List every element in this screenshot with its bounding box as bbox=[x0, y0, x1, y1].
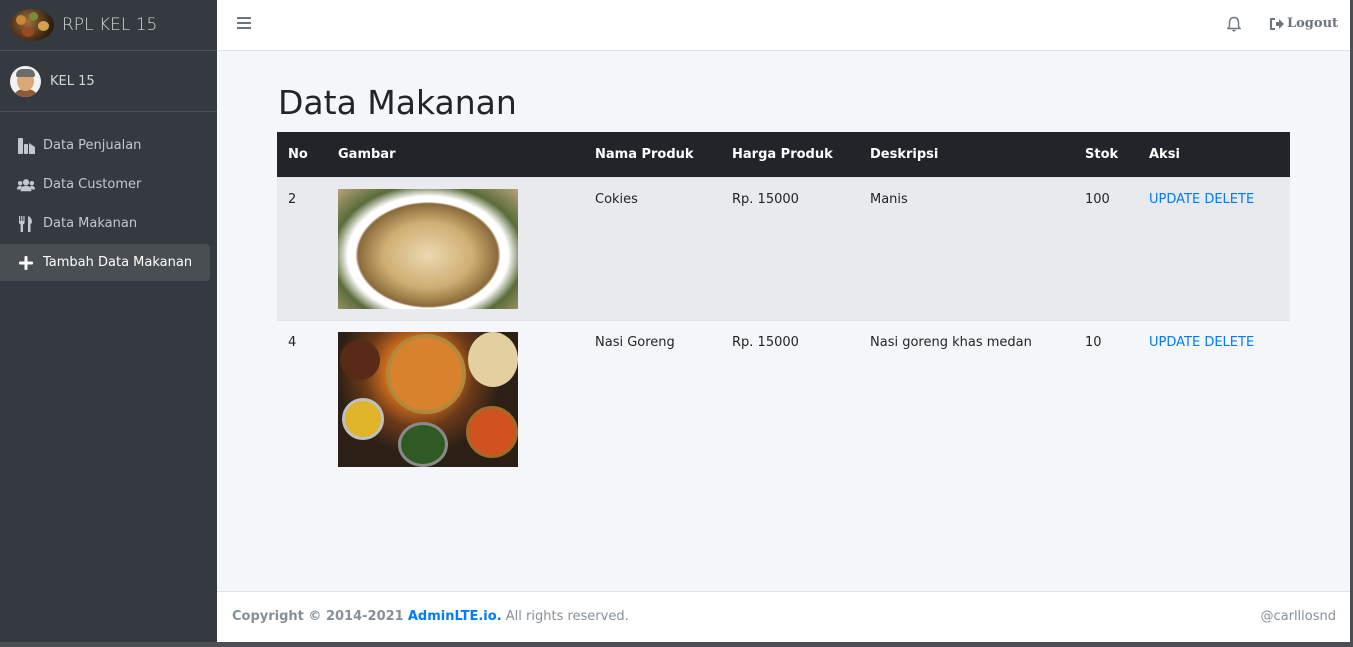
adminlte-link[interactable]: AdminLTE.io. bbox=[408, 609, 502, 624]
page-title: Data Makanan bbox=[278, 83, 517, 122]
content-wrapper: Data Makanan No Gambar Nama Produk Harga… bbox=[217, 51, 1350, 591]
column-header: Deskripsi bbox=[859, 132, 1074, 177]
sidebar: RPL KEL 15 KEL 15 Data Penjualan Data Cu… bbox=[0, 0, 217, 642]
cell-image bbox=[327, 319, 584, 475]
food-table: No Gambar Nama Produk Harga Produk Deskr… bbox=[277, 132, 1290, 475]
cell-deskripsi: Nasi goreng khas medan bbox=[859, 319, 1074, 475]
delete-link[interactable]: DELETE bbox=[1204, 335, 1254, 350]
hamburger-icon[interactable] bbox=[237, 17, 251, 31]
cell-aksi: UPDATE DELETE bbox=[1138, 176, 1290, 320]
column-header: Gambar bbox=[327, 132, 584, 177]
indian-dishes-image bbox=[338, 331, 518, 467]
cell-deskripsi: Manis bbox=[859, 176, 1074, 320]
window-bottom-edge bbox=[0, 642, 1353, 647]
copyright-text: Copyright © 2014-2021 bbox=[232, 609, 404, 624]
footer-copyright: Copyright © 2014-2021 AdminLTE.io. All r… bbox=[232, 609, 629, 624]
column-header: Aksi bbox=[1138, 132, 1290, 177]
column-header: Stok bbox=[1074, 132, 1138, 177]
cell-harga: Rp. 15000 bbox=[721, 176, 859, 320]
sidebar-item-label: Data Customer bbox=[43, 177, 142, 192]
footer-credit: @carlllosnd bbox=[1260, 609, 1336, 624]
footer: Copyright © 2014-2021 AdminLTE.io. All r… bbox=[217, 591, 1350, 642]
sidebar-item-data-penjualan[interactable]: Data Penjualan bbox=[0, 127, 210, 164]
sign-out-icon bbox=[1270, 17, 1284, 30]
sales-icon bbox=[17, 137, 35, 155]
update-link[interactable]: UPDATE bbox=[1149, 192, 1200, 207]
sidebar-item-label: Data Penjualan bbox=[43, 138, 142, 153]
bell-icon[interactable] bbox=[1226, 16, 1243, 33]
food-platter-logo bbox=[10, 9, 54, 41]
delete-link[interactable]: DELETE bbox=[1204, 192, 1254, 207]
table-row: 2 Cokies Rp. 15000 Manis 100 UPDATE DELE… bbox=[277, 176, 1290, 320]
cell-no: 2 bbox=[277, 176, 327, 320]
cell-stok: 10 bbox=[1074, 319, 1138, 475]
cell-nama: Nasi Goreng bbox=[584, 319, 721, 475]
sidebar-item-data-makanan[interactable]: Data Makanan bbox=[0, 205, 210, 242]
brand-link[interactable]: RPL KEL 15 bbox=[0, 0, 217, 51]
sidebar-item-tambah-data-makanan[interactable]: Tambah Data Makanan bbox=[0, 244, 210, 281]
cell-image bbox=[327, 176, 584, 320]
sidebar-item-label: Data Makanan bbox=[43, 216, 138, 231]
update-link[interactable]: UPDATE bbox=[1149, 335, 1200, 350]
rights-text: All rights reserved. bbox=[505, 609, 629, 624]
table-header-row: No Gambar Nama Produk Harga Produk Deskr… bbox=[277, 132, 1290, 177]
soup-bowl-image bbox=[338, 188, 518, 309]
users-icon bbox=[17, 176, 35, 194]
sidebar-item-label: Tambah Data Makanan bbox=[43, 255, 193, 270]
user-avatar bbox=[10, 65, 41, 97]
cell-harga: Rp. 15000 bbox=[721, 319, 859, 475]
user-name: KEL 15 bbox=[50, 73, 95, 89]
cell-nama: Cokies bbox=[584, 176, 721, 320]
table-row: 4 Nasi Goreng Rp. 15000 Nasi goreng khas… bbox=[277, 319, 1290, 475]
logout-button[interactable]: Logout bbox=[1270, 16, 1338, 31]
cell-aksi: UPDATE DELETE bbox=[1138, 319, 1290, 475]
brand-name: RPL KEL 15 bbox=[62, 15, 158, 35]
column-header: Nama Produk bbox=[584, 132, 721, 177]
logout-label: Logout bbox=[1287, 16, 1339, 31]
cell-stok: 100 bbox=[1074, 176, 1138, 320]
user-panel[interactable]: KEL 15 bbox=[0, 51, 217, 112]
column-header: Harga Produk bbox=[721, 132, 859, 177]
plus-icon bbox=[17, 254, 35, 272]
cell-no: 4 bbox=[277, 319, 327, 475]
column-header: No bbox=[277, 132, 327, 177]
sidebar-item-data-customer[interactable]: Data Customer bbox=[0, 166, 210, 203]
top-navbar: Logout bbox=[217, 0, 1350, 51]
utensils-icon bbox=[17, 215, 35, 233]
sidebar-nav: Data Penjualan Data Customer Data Makana… bbox=[0, 112, 217, 281]
